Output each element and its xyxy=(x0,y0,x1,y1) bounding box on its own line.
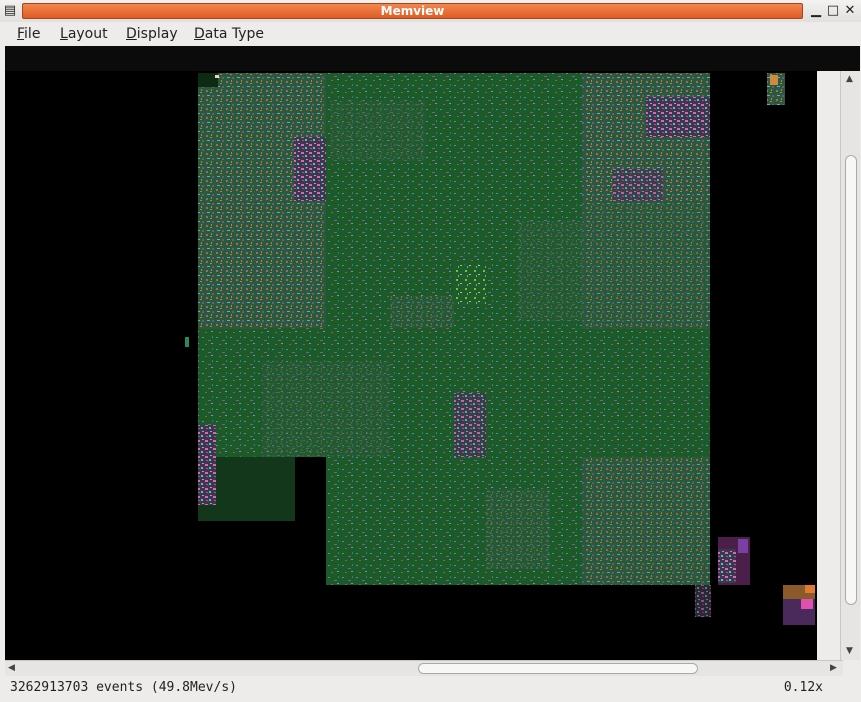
scroll-left-icon[interactable]: ◀ xyxy=(8,662,15,674)
maximize-icon[interactable]: □ xyxy=(826,4,840,18)
scroll-right-icon[interactable]: ▶ xyxy=(830,662,837,674)
vertical-scroll-thumb[interactable] xyxy=(845,155,857,605)
menu-bar: File Layout Display Data Type xyxy=(0,22,861,46)
memory-map[interactable] xyxy=(5,71,817,660)
menu-layout[interactable]: Layout xyxy=(60,25,108,43)
vertical-scrollbar[interactable]: ▲ ▼ xyxy=(840,71,860,660)
events-counter: 3262913703 events (49.8Mev/s) xyxy=(10,680,237,695)
scroll-up-icon[interactable]: ▲ xyxy=(846,73,853,85)
status-bar: 3262913703 events (49.8Mev/s) 0.12x xyxy=(0,677,861,702)
memory-view-canvas[interactable] xyxy=(5,71,817,660)
horizontal-scroll-thumb[interactable] xyxy=(418,663,698,674)
close-icon[interactable]: ✕ xyxy=(843,4,857,18)
window-menu-icon[interactable]: ▤ xyxy=(3,4,17,18)
horizontal-scrollbar[interactable]: ◀ ▶ xyxy=(5,660,843,676)
zoom-level: 0.12x xyxy=(783,680,823,695)
menu-display[interactable]: Display xyxy=(126,25,178,43)
window-title: Memview xyxy=(380,4,445,18)
menu-file[interactable]: File xyxy=(17,25,40,43)
toolbar-strip xyxy=(5,46,860,71)
title-bar: ▤ Memview ▁ □ ✕ xyxy=(0,0,861,22)
minimize-icon[interactable]: ▁ xyxy=(809,4,823,18)
scroll-down-icon[interactable]: ▼ xyxy=(846,645,853,657)
menu-data-type[interactable]: Data Type xyxy=(194,25,264,43)
